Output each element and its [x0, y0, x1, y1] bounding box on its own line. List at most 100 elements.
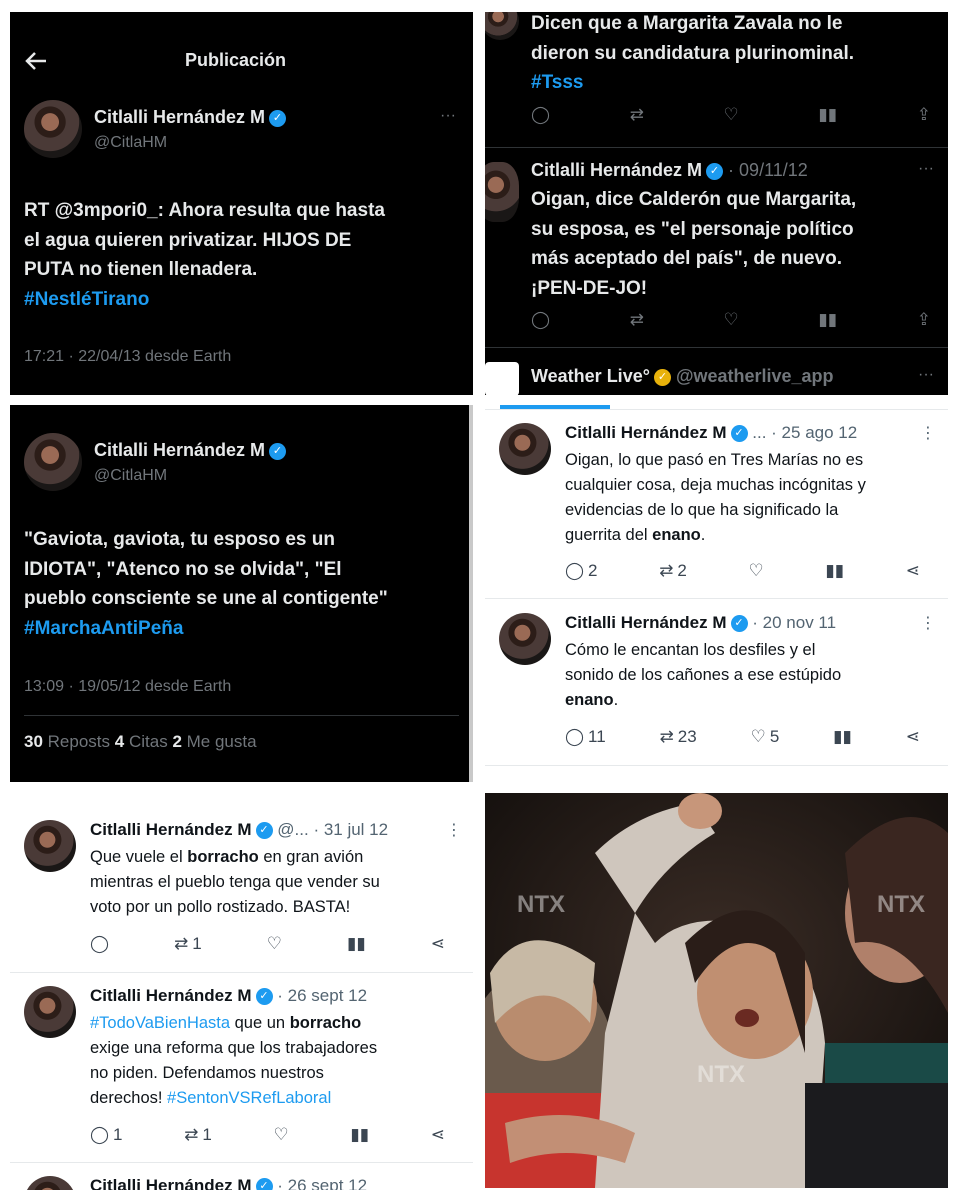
hashtag-link[interactable]: #SentonVSRefLaboral	[167, 1089, 331, 1107]
tweet-text: RT @3mpori0_: Ahora resulta que hasta el…	[24, 196, 469, 314]
author-name[interactable]: Citlalli Hernández M ✓ · 20 nov 11	[565, 613, 836, 633]
avatar[interactable]	[485, 162, 519, 222]
avatar[interactable]	[499, 423, 551, 475]
hashtag-link[interactable]: #Tsss	[531, 68, 946, 98]
retweet-button[interactable]: ⇄ 23	[660, 727, 697, 747]
views-icon[interactable]: ▮▮	[818, 310, 837, 330]
retweet-button[interactable]: ⇄ 2	[659, 561, 687, 581]
more-options-icon[interactable]: ···	[440, 107, 456, 125]
verified-badge-icon: ✓	[730, 615, 748, 633]
more-options-icon[interactable]: ···	[918, 160, 934, 178]
views-icon[interactable]: ▮▮	[350, 1125, 369, 1145]
retweet-icon: ⇄	[659, 727, 674, 746]
divider	[485, 765, 948, 766]
tweet-timestamp[interactable]: 13:09 · 19/05/12 desde Earth	[24, 678, 231, 696]
tweet-actions: ◯ 2 ⇄ 2 ♡ ▮▮ ⋖	[565, 561, 920, 581]
like-icon[interactable]: ♡	[274, 1125, 289, 1145]
like-icon: ♡	[750, 727, 766, 746]
more-options-icon[interactable]: ⋮	[920, 423, 936, 443]
views-icon[interactable]: ▮▮	[825, 561, 844, 581]
like-icon[interactable]: ♡	[749, 561, 764, 581]
verified-badge-icon: ✓	[730, 425, 748, 443]
like-icon[interactable]: ♡	[267, 934, 282, 954]
reply-button[interactable]: ◯ 2	[565, 561, 598, 581]
tweet-actions: ◯ 11 ⇄ 23 ♡ 5 ▮▮ ⋖	[565, 727, 920, 747]
tweet-date[interactable]: · 26 sept 12	[277, 1176, 367, 1190]
more-options-icon[interactable]: ⋮	[920, 613, 936, 633]
reply-icon[interactable]: ◯	[531, 310, 550, 330]
author-name[interactable]: Citlalli Hernández M ✓ @... · 31 jul 12	[90, 820, 388, 840]
tweet-date[interactable]: · 31 jul 12	[313, 820, 388, 839]
like-button[interactable]: ♡ 5	[751, 727, 780, 747]
tweet-date[interactable]: · 20 nov 11	[752, 613, 836, 632]
share-icon[interactable]: ⋖	[431, 1125, 445, 1145]
author-handle[interactable]: @CitlaHM	[94, 134, 167, 152]
share-icon[interactable]: ⇪	[917, 310, 931, 330]
like-icon[interactable]: ♡	[724, 105, 739, 125]
reply-icon: ◯	[565, 727, 585, 746]
tweet-text: Oigan, lo que pasó en Tres Marías no es …	[565, 451, 866, 544]
author-name[interactable]: Citlalli Hernández M ✓	[94, 440, 287, 461]
avatar[interactable]	[499, 613, 551, 665]
views-icon[interactable]: ▮▮	[347, 934, 366, 954]
verified-badge-icon: ✓	[706, 162, 724, 180]
reply-icon[interactable]: ◯	[531, 105, 550, 125]
tweet-date[interactable]: · 09/11/12	[728, 160, 808, 180]
divider	[485, 147, 948, 148]
panel-tweets-margarita: Dicen que a Margarita Zavala no le diero…	[485, 12, 948, 395]
tweet-text: #TodoVaBienHasta que un borracho exige u…	[90, 1014, 378, 1107]
scrollbar[interactable]	[469, 405, 473, 782]
author-handle[interactable]: @CitlaHM	[94, 467, 167, 485]
reply-button[interactable]: ◯ 1	[90, 1125, 123, 1145]
retweet-icon[interactable]: ⇄	[630, 310, 644, 330]
avatar[interactable]	[24, 986, 76, 1038]
like-icon[interactable]: ♡	[724, 310, 739, 330]
retweet-button[interactable]: ⇄ 1	[174, 934, 202, 954]
author-name[interactable]: Citlalli Hernández M ✓ · 09/11/12	[531, 160, 808, 181]
divider	[485, 347, 948, 348]
share-icon[interactable]: ⋖	[431, 934, 445, 954]
likes-stat[interactable]: 2 Me gusta	[172, 732, 256, 751]
retweet-icon: ⇄	[184, 1125, 199, 1144]
author-name[interactable]: Citlalli Hernández M ✓	[94, 107, 287, 128]
protest-photo: NTX NTX NTX	[485, 793, 948, 1188]
tweet-actions: ◯ 1 ⇄ 1 ♡ ▮▮ ⋖	[90, 1125, 445, 1145]
tweet-date[interactable]: · 25 ago 12	[771, 423, 857, 442]
retweet-icon[interactable]: ⇄	[630, 105, 644, 125]
tweet-timestamp[interactable]: 17:21 · 22/04/13 desde Earth	[24, 348, 231, 366]
avatar[interactable]	[24, 100, 82, 158]
panel-tweet-gaviota: Citlalli Hernández M ✓ @CitlaHM "Gaviota,…	[10, 405, 473, 782]
reply-button[interactable]: ◯ 11	[565, 727, 606, 747]
arrow-left-icon[interactable]	[24, 50, 48, 72]
share-icon[interactable]: ⋖	[906, 727, 920, 747]
more-options-icon[interactable]: ···	[918, 366, 934, 384]
watermark: NTX	[697, 1061, 745, 1088]
avatar[interactable]	[24, 1176, 76, 1190]
views-icon[interactable]: ▮▮	[818, 105, 837, 125]
reposts-stat[interactable]: 30 Reposts	[24, 732, 110, 751]
hashtag-link[interactable]: #TodoVaBienHasta	[90, 1014, 230, 1032]
more-options-icon[interactable]: ⋮	[446, 820, 462, 840]
avatar[interactable]	[24, 820, 76, 872]
share-icon[interactable]: ⋖	[906, 561, 920, 581]
tweet-actions: ◯ ⇄ ♡ ▮▮ ⇪	[531, 310, 931, 330]
reply-icon[interactable]: ◯	[90, 934, 109, 954]
verified-gold-badge-icon: ✓	[653, 368, 671, 386]
promoted-account-name[interactable]: Weather Live° ✓ @weatherlive_app	[531, 366, 834, 387]
tweet-text: "Gaviota, gaviota, tu esposo es un IDIOT…	[24, 525, 469, 643]
views-icon[interactable]: ▮▮	[833, 727, 852, 747]
tweet-date[interactable]: · 26 sept 12	[277, 986, 367, 1005]
avatar[interactable]	[485, 12, 519, 40]
author-name[interactable]: Citlalli Hernández M ✓ ... · 25 ago 12	[565, 423, 857, 443]
share-icon[interactable]: ⇪	[917, 105, 931, 125]
author-name[interactable]: Citlalli Hernández M ✓ · 26 sept 12	[90, 986, 367, 1006]
divider	[485, 598, 948, 599]
author-name[interactable]: Citlalli Hernández M ✓ · 26 sept 12	[90, 1176, 367, 1190]
hashtag-link[interactable]: #MarchaAntiPeña	[24, 614, 469, 644]
tweet-text: Oigan, dice Calderón que Margarita, su e…	[531, 189, 857, 299]
avatar[interactable]	[24, 433, 82, 491]
quotes-stat[interactable]: 4 Citas	[115, 732, 168, 751]
hashtag-link[interactable]: #NestléTirano	[24, 285, 469, 315]
protest-photo-image	[485, 793, 948, 1188]
retweet-button[interactable]: ⇄ 1	[184, 1125, 212, 1145]
